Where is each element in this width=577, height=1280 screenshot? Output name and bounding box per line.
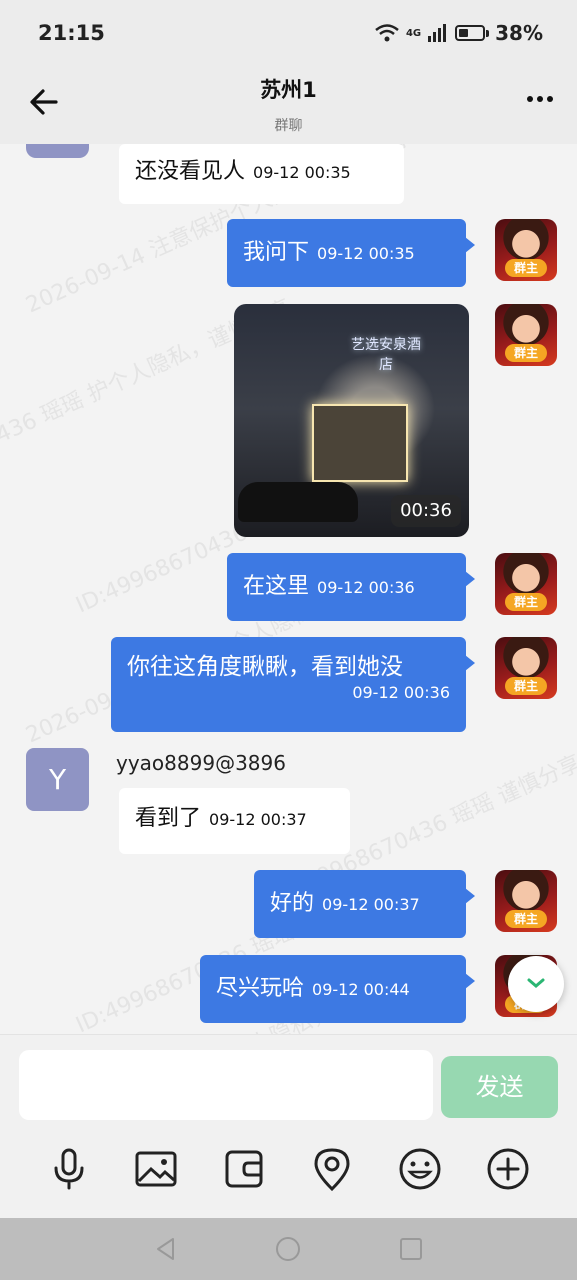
avatar[interactable]: 群主 bbox=[495, 553, 557, 615]
message-input[interactable] bbox=[19, 1050, 433, 1120]
owner-badge: 群主 bbox=[505, 677, 547, 695]
battery-tip bbox=[486, 29, 490, 37]
video-message[interactable]: 艺选安泉酒店 00:36 bbox=[234, 304, 469, 537]
nav-back-icon[interactable] bbox=[153, 1236, 179, 1262]
chat-title: 苏州1 bbox=[260, 78, 317, 102]
status-bar: 21:15 4G 38% bbox=[0, 0, 577, 64]
owner-badge: 群主 bbox=[505, 344, 547, 362]
sender-name: yyao8899@3896 bbox=[116, 751, 286, 775]
owner-badge: 群主 bbox=[505, 593, 547, 611]
composer-toolbar bbox=[0, 1147, 577, 1191]
more-options-icon[interactable] bbox=[527, 92, 555, 106]
message-bubble-out[interactable]: 你往这角度瞅瞅，看到她没 09-12 00:36 bbox=[111, 637, 475, 732]
message-time: 09-12 00:36 bbox=[317, 578, 415, 597]
video-sign: 艺选安泉酒店 bbox=[351, 337, 421, 373]
signal-icon bbox=[428, 24, 447, 42]
network-label: 4G bbox=[405, 27, 422, 39]
avatar[interactable]: 群主 bbox=[495, 304, 557, 366]
chat-subtitle: 群聊 bbox=[274, 118, 303, 134]
message-text: 在这里 bbox=[243, 574, 310, 599]
message-bubble-out[interactable]: 我问下 09-12 00:35 bbox=[227, 219, 475, 287]
message-time: 09-12 00:37 bbox=[322, 895, 420, 914]
send-button[interactable]: 发送 bbox=[441, 1056, 558, 1118]
composer: 发送 bbox=[0, 1034, 577, 1219]
message-bubble-out[interactable]: 在这里 09-12 00:36 bbox=[227, 553, 475, 621]
avatar[interactable]: 群主 bbox=[495, 219, 557, 281]
message-text: 好的 bbox=[270, 891, 315, 916]
message-text: 还没看见人 bbox=[135, 159, 246, 184]
scroll-to-bottom-button[interactable] bbox=[508, 956, 564, 1012]
mic-icon[interactable] bbox=[47, 1147, 91, 1191]
status-icons: 4G 38% bbox=[374, 21, 543, 45]
message-time: 09-12 00:35 bbox=[253, 163, 351, 182]
battery-level: 38% bbox=[495, 21, 543, 45]
message-text: 尽兴玩哈 bbox=[216, 976, 305, 1001]
message-time: 09-12 00:37 bbox=[209, 810, 307, 829]
avatar[interactable] bbox=[26, 144, 89, 158]
plus-icon[interactable] bbox=[486, 1147, 530, 1191]
avatar[interactable]: Y bbox=[26, 748, 89, 811]
video-scene bbox=[312, 404, 408, 482]
video-duration: 00:36 bbox=[391, 495, 461, 527]
avatar[interactable]: 群主 bbox=[495, 637, 557, 699]
message-time: 09-12 00:35 bbox=[317, 244, 415, 263]
message-bubble-in[interactable]: 还没看见人 09-12 00:35 bbox=[119, 144, 404, 204]
message-bubble-out[interactable]: 好的 09-12 00:37 bbox=[254, 870, 475, 938]
battery-icon bbox=[455, 25, 486, 41]
location-icon[interactable] bbox=[310, 1147, 354, 1191]
chevron-down-icon bbox=[527, 978, 545, 988]
nav-recents-icon[interactable] bbox=[398, 1236, 424, 1262]
message-time: 09-12 00:44 bbox=[312, 980, 410, 999]
message-text: 你往这角度瞅瞅，看到她没 bbox=[127, 654, 403, 680]
message-bubble-out[interactable]: 尽兴玩哈 09-12 00:44 bbox=[200, 955, 475, 1023]
owner-badge: 群主 bbox=[505, 259, 547, 277]
emoji-icon[interactable] bbox=[398, 1147, 442, 1191]
chat-header: 苏州1 群聊 bbox=[0, 64, 577, 144]
wifi-icon bbox=[375, 24, 399, 42]
message-text: 我问下 bbox=[243, 240, 310, 265]
video-scene bbox=[238, 482, 358, 522]
system-nav-bar bbox=[0, 1218, 577, 1280]
message-time: 09-12 00:36 bbox=[352, 683, 450, 702]
message-text: 看到了 bbox=[135, 806, 202, 831]
wallet-icon[interactable] bbox=[222, 1147, 266, 1191]
message-list[interactable]: 还没看见人 09-12 00:35 我问下 09-12 00:35 群主 艺选安泉酒… bbox=[0, 144, 577, 1034]
status-time: 21:15 bbox=[38, 21, 105, 45]
avatar[interactable]: 群主 bbox=[495, 870, 557, 932]
image-icon[interactable] bbox=[134, 1147, 178, 1191]
nav-home-icon[interactable] bbox=[275, 1236, 301, 1262]
owner-badge: 群主 bbox=[505, 910, 547, 928]
message-bubble-in[interactable]: 看到了 09-12 00:37 bbox=[119, 788, 350, 854]
